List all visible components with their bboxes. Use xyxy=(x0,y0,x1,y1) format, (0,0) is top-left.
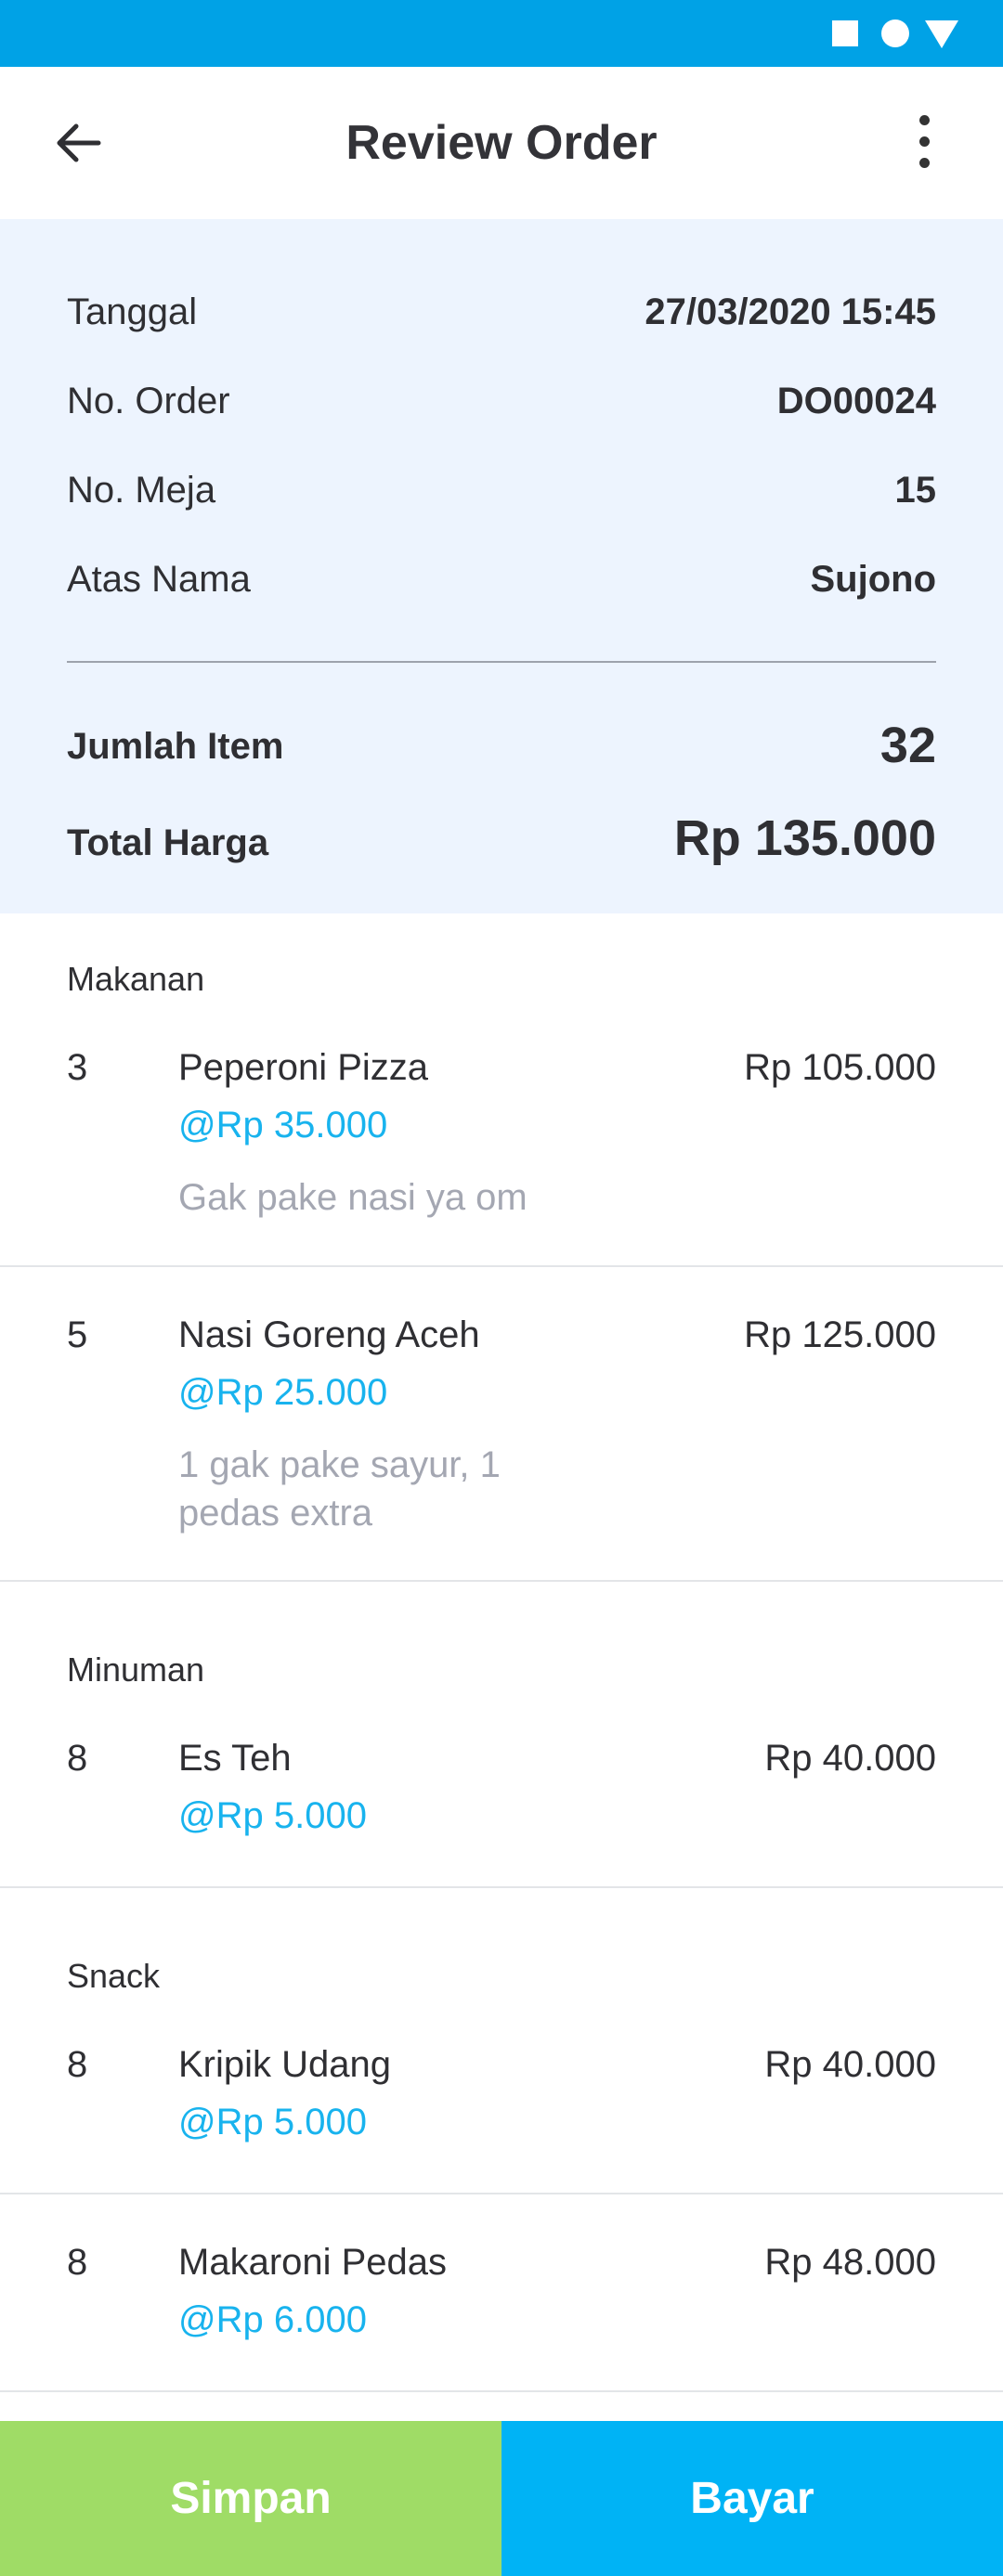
item-name: Nasi Goreng Aceh xyxy=(178,1314,480,1355)
section-divider xyxy=(0,1886,1003,1888)
item-note: Gak pake nasi ya om xyxy=(178,1177,528,1218)
app-bar: Review Order xyxy=(0,67,1003,219)
summary-row-order-no: No. Order DO00024 xyxy=(67,381,936,436)
summary-label: No. Order xyxy=(67,381,230,421)
item-qty: 3 xyxy=(67,1047,88,1088)
item-unit-price: @Rp 6.000 xyxy=(178,2299,367,2340)
status-square-icon xyxy=(832,20,858,46)
item-name: Kripik Udang xyxy=(178,2044,392,2085)
item-divider xyxy=(0,1265,1003,1267)
summary-row-customer: Atas Nama Sujono xyxy=(67,559,936,615)
order-summary: Tanggal 27/03/2020 15:45 No. Order DO000… xyxy=(0,219,1003,913)
item-unit-price: @Rp 25.000 xyxy=(178,1372,388,1413)
summary-row-item-count: Jumlah Item 32 xyxy=(67,717,936,782)
item-count-label: Jumlah Item xyxy=(67,726,284,767)
save-button[interactable]: Simpan xyxy=(0,2421,502,2576)
summary-label: No. Meja xyxy=(67,470,216,511)
section-title-minuman: Minuman xyxy=(67,1650,205,1689)
item-unit-price: @Rp 5.000 xyxy=(178,2102,367,2142)
list-item[interactable]: 5 Nasi Goreng Aceh Rp 125.000 @Rp 25.000… xyxy=(0,1314,1003,1547)
list-item[interactable]: 8 Es Teh Rp 40.000 @Rp 5.000 xyxy=(0,1738,1003,1849)
summary-value: 27/03/2020 15:45 xyxy=(645,291,936,332)
section-divider xyxy=(0,1580,1003,1582)
summary-label: Tanggal xyxy=(67,291,198,332)
summary-value: DO00024 xyxy=(776,381,936,421)
status-triangle-icon xyxy=(925,20,958,48)
summary-label: Atas Nama xyxy=(67,559,251,600)
item-count-value: 32 xyxy=(879,718,936,773)
list-item[interactable]: 3 Peperoni Pizza Rp 105.000 @Rp 35.000 G… xyxy=(0,1047,1003,1218)
item-qty: 8 xyxy=(67,2242,88,2283)
item-price: Rp 125.000 xyxy=(744,1314,936,1355)
list-item[interactable]: 8 Makaroni Pedas Rp 48.000 @Rp 6.000 xyxy=(0,2242,1003,2353)
status-bar xyxy=(0,0,1003,67)
item-divider xyxy=(0,2390,1003,2392)
total-price-label: Total Harga xyxy=(67,822,269,863)
item-unit-price: @Rp 5.000 xyxy=(178,1795,367,1836)
summary-divider xyxy=(67,661,936,663)
summary-row-date: Tanggal 27/03/2020 15:45 xyxy=(67,291,936,347)
item-qty: 8 xyxy=(67,1738,88,1779)
list-item[interactable]: 8 Kripik Udang Rp 40.000 @Rp 5.000 xyxy=(0,2044,1003,2155)
section-title-snack: Snack xyxy=(67,1957,161,1995)
item-price: Rp 48.000 xyxy=(764,2242,936,2283)
item-note: 1 gak pake sayur, 1 pedas extra xyxy=(178,1444,501,1534)
item-unit-price: @Rp 35.000 xyxy=(178,1105,388,1146)
summary-value: Sujono xyxy=(810,559,936,600)
summary-row-table-no: No. Meja 15 xyxy=(67,470,936,525)
summary-value: 15 xyxy=(894,470,937,511)
item-name: Makaroni Pedas xyxy=(178,2242,448,2283)
item-price: Rp 105.000 xyxy=(744,1047,936,1088)
page-title: Review Order xyxy=(345,116,658,170)
section-title-makanan: Makanan xyxy=(67,960,205,998)
item-divider xyxy=(0,2193,1003,2194)
item-name: Es Teh xyxy=(178,1738,292,1779)
pay-button[interactable]: Bayar xyxy=(502,2421,1003,2576)
summary-row-total: Total Harga Rp 135.000 xyxy=(67,809,936,874)
total-price-value: Rp 135.000 xyxy=(673,810,936,866)
more-vert-icon[interactable] xyxy=(910,115,938,171)
item-name: Peperoni Pizza xyxy=(178,1047,429,1088)
item-qty: 8 xyxy=(67,2044,88,2085)
status-circle-icon xyxy=(881,19,909,47)
item-price: Rp 40.000 xyxy=(764,2044,936,2085)
item-qty: 5 xyxy=(67,1314,88,1355)
item-price: Rp 40.000 xyxy=(764,1738,936,1779)
